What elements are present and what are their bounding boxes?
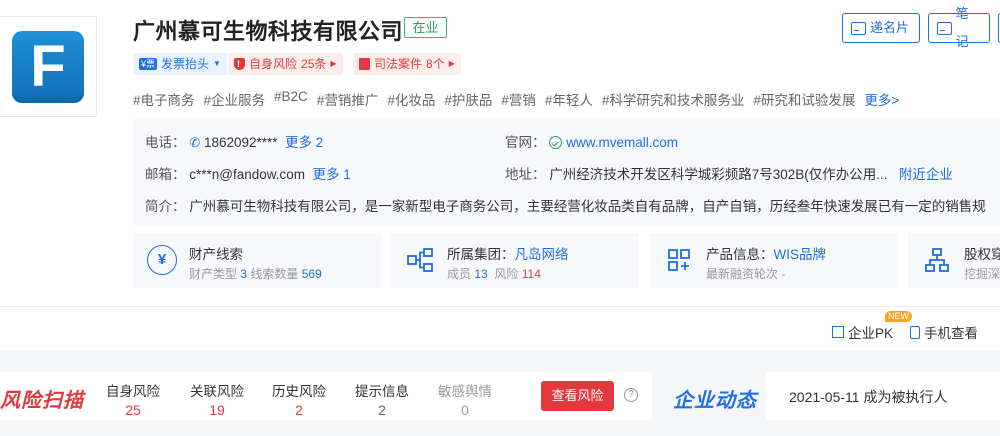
asset-card-sub: 财产类型 3 线索数量 569 (189, 267, 322, 281)
product-card[interactable]: 产品信息：WIS品牌 最新融资轮次 - (650, 233, 898, 288)
phone-icon: ✆ (189, 135, 201, 150)
product-card-title: 产品信息：WIS品牌 (706, 247, 826, 262)
email-row: 邮箱： c***n@fandow.com 更多 1 (145, 163, 351, 183)
stat-related-risk[interactable]: 关联风险 19 (190, 380, 244, 418)
self-risk-badge[interactable]: 自身风险 25条 ▶ (228, 53, 343, 75)
invoice-label: 发票抬头 (161, 57, 210, 71)
send-card-button[interactable]: 递名片 (842, 13, 920, 43)
tag[interactable]: #B2C (274, 89, 308, 109)
address-value: 广州经济技术开发区科学城彩频路7号302B(仅作办公用... (549, 167, 888, 182)
mobile-icon (910, 325, 920, 339)
case-icon (359, 58, 370, 70)
send-card-label: 递名片 (870, 20, 910, 35)
invoice-icon: ¥票 (139, 58, 158, 70)
yuan-icon: ¥ (147, 245, 177, 275)
tag[interactable]: #科学研究和技术服务业 (602, 89, 745, 109)
intro-label: 简介： (145, 199, 186, 214)
stat-tip-info[interactable]: 提示信息 2 (355, 380, 409, 418)
product-card-sub: 最新融资轮次 - (706, 267, 786, 281)
tag[interactable]: #年轻人 (545, 89, 593, 109)
asset-clue-card[interactable]: ¥ 财产线索 财产类型 3 线索数量 569 (133, 233, 381, 288)
phone-row: 电话： ✆ 1862092**** 更多 2 (145, 131, 323, 151)
product-grid-icon (668, 249, 690, 271)
phone-value: 1862092**** (203, 135, 278, 150)
compare-icon (832, 326, 844, 338)
website-link[interactable]: www.mvemall.com (566, 135, 678, 150)
note-button[interactable]: 笔记 (928, 6, 990, 49)
asset-card-title: 财产线索 (189, 247, 243, 262)
equity-card-sub: 挖掘深 (964, 267, 1000, 281)
verified-icon (549, 136, 563, 149)
tag[interactable]: #护肤品 (444, 89, 492, 109)
email-more-link[interactable]: 更多 1 (313, 167, 351, 182)
stat-history-risk[interactable]: 历史风险 2 (272, 380, 326, 418)
card-icon (851, 21, 866, 35)
website-row: 官网： www.mvemall.com (505, 131, 678, 151)
industry-tags: #电子商务 #企业服务 #B2C #营销推广 #化妆品 #护肤品 #营销 #年轻… (133, 89, 899, 109)
company-pk-button[interactable]: 企业PK (832, 322, 893, 342)
intro-row: 简介： 广州慕可生物科技有限公司，是一家新型电子商务公司，主要经营化妆品类自有品… (145, 195, 1000, 215)
court-case-label: 司法案件 (374, 57, 423, 71)
self-risk-count: 25条 (301, 57, 327, 71)
edit-icon (937, 21, 952, 35)
tag[interactable]: #企业服务 (204, 89, 266, 109)
stat-sensitive-news[interactable]: 敏感舆情 0 (438, 380, 492, 418)
website-label: 官网： (505, 135, 546, 150)
tag[interactable]: #营销 (501, 89, 536, 109)
group-card[interactable]: 所属集团：凡岛网络 成员 13 风险 114 (391, 233, 639, 288)
group-card-sub: 成员 13 风险 114 (447, 267, 541, 281)
email-label: 邮箱： (145, 167, 186, 182)
view-risk-button[interactable]: 查看风险 (541, 381, 614, 411)
equity-card[interactable]: 股权穿 挖掘深 (908, 233, 1000, 288)
stat-self-risk[interactable]: 自身风险 25 (106, 380, 160, 418)
court-case-badge[interactable]: 司法案件 8个 ▶ (353, 53, 461, 75)
company-logo-frame: F (0, 16, 97, 117)
address-label: 地址： (505, 167, 546, 182)
company-pk-label: 企业PK (848, 326, 894, 341)
org-chart-icon (407, 248, 433, 272)
company-dynamics-title: 企业动态 (673, 390, 757, 412)
note-label: 笔记 (955, 6, 969, 49)
group-card-title: 所属集团：凡岛网络 (447, 247, 569, 262)
caret-right-icon: ▶ (448, 59, 455, 68)
caret-right-icon: ▶ (330, 59, 337, 68)
tags-more-link[interactable]: 更多> (864, 89, 899, 109)
mobile-view-label: 手机查看 (924, 326, 978, 341)
help-icon[interactable]: ? (624, 388, 638, 402)
address-row: 地址： 广州经济技术开发区科学城彩频路7号302B(仅作办公用... 附近企业 (505, 163, 953, 183)
tag[interactable]: #营销推广 (317, 89, 379, 109)
tag[interactable]: #化妆品 (387, 89, 435, 109)
equity-tree-icon (925, 248, 949, 272)
self-risk-label: 自身风险 (249, 57, 298, 71)
company-logo: F (12, 31, 84, 103)
status-badge: 在业 (404, 17, 447, 38)
nearby-companies-link[interactable]: 附近企业 (899, 167, 953, 182)
tag[interactable]: #研究和试验发展 (753, 89, 855, 109)
invoice-title-badge[interactable]: ¥票 发票抬头 ▼ (133, 53, 227, 75)
mobile-view-button[interactable]: 手机查看 (910, 322, 978, 342)
email-value: c***n@fandow.com (189, 167, 306, 182)
new-badge: NEW (885, 311, 912, 322)
company-name: 广州慕可生物科技有限公司 (133, 19, 404, 44)
court-case-count: 8个 (426, 57, 445, 71)
intro-text: 广州慕可生物科技有限公司，是一家新型电子商务公司，主要经营化妆品类自有品牌，自产… (189, 199, 986, 214)
dynamics-item[interactable]: 2021-05-11 成为被执行人 (789, 387, 947, 407)
equity-card-title: 股权穿 (964, 247, 1000, 262)
tag[interactable]: #电子商务 (133, 89, 195, 109)
phone-label: 电话： (145, 135, 186, 150)
phone-more-link[interactable]: 更多 2 (285, 135, 323, 150)
caret-down-icon: ▼ (213, 59, 221, 68)
shield-icon (234, 53, 245, 75)
risk-scan-title: 风险扫描 (0, 390, 84, 412)
section-divider (0, 306, 1000, 307)
